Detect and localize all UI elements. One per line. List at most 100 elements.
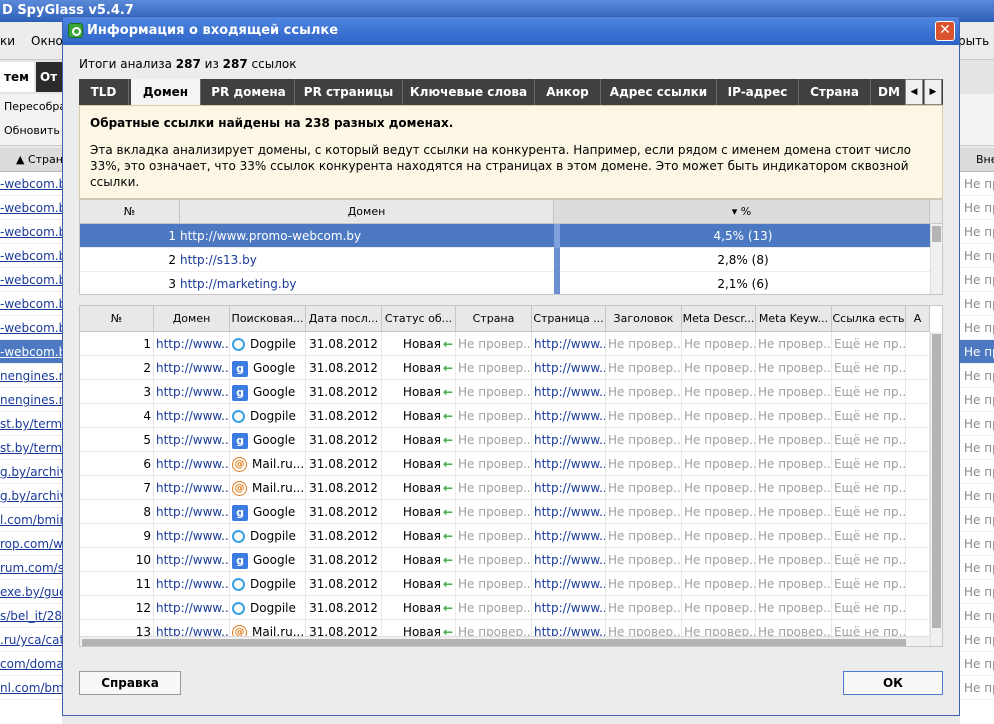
row-page[interactable]: http://www....	[532, 380, 606, 404]
app-row-page[interactable]: st.by/terms.	[0, 412, 62, 436]
tab-country[interactable]: Страна	[799, 79, 871, 105]
tab-domain-pr[interactable]: PR домена	[203, 79, 295, 105]
url-link[interactable]: http://www....	[534, 577, 605, 591]
url-link[interactable]: http://www....	[534, 505, 605, 519]
app-row-page[interactable]: .ru/yca/cat/	[0, 628, 62, 652]
app-row-page[interactable]: com/domain-	[0, 652, 62, 676]
url-link[interactable]: http://www....	[534, 553, 605, 567]
app-row-page[interactable]: l.com/bmin	[0, 508, 62, 532]
row-domain[interactable]: http://www....	[154, 572, 230, 596]
domain-link[interactable]: http://s13.by	[180, 253, 257, 267]
tab-domain[interactable]: Домен	[131, 79, 201, 105]
url-link[interactable]: http://www....	[156, 409, 229, 423]
links-col-meta-kw[interactable]: Meta Keyw...	[756, 306, 832, 332]
help-button[interactable]: Справка	[79, 671, 181, 695]
url-link[interactable]: http://www....	[534, 481, 605, 495]
table-row[interactable]: 2 http://s13.by 2,8% (8)	[80, 248, 930, 272]
table-row[interactable]: 3 http://marketing.by 2,1% (6)	[80, 272, 930, 294]
row-page[interactable]: http://www....	[532, 404, 606, 428]
tab-tld[interactable]: TLD	[79, 79, 129, 105]
links-vertical-scrollbar[interactable]	[930, 332, 942, 646]
links-col-country[interactable]: Страна	[456, 306, 532, 332]
app-row-page[interactable]: nengines.ru	[0, 388, 62, 412]
url-link[interactable]: http://www....	[156, 481, 229, 495]
menu-item-tools[interactable]: ки	[0, 34, 15, 48]
row-domain[interactable]: http://www....	[154, 476, 230, 500]
table-row[interactable]: 1 http://www.... Dogpile 31.08.2012 Новая ← Не…	[80, 332, 930, 356]
row-domain[interactable]: http://www....	[154, 356, 230, 380]
menu-item-right[interactable]: рыть	[958, 34, 989, 48]
app-row-page[interactable]: g.by/archiv	[0, 460, 62, 484]
table-row[interactable]: 12 http://www.... Dogpile 31.08.2012 Новая ← Н…	[80, 596, 930, 620]
url-link[interactable]: http://www....	[534, 361, 605, 375]
table-row[interactable]: 2 http://www.... g Google 31.08.2012 Новая ← Не…	[80, 356, 930, 380]
row-page[interactable]: http://www....	[532, 548, 606, 572]
table-row[interactable]: 7 http://www.... @ Mail.ru... 31.08.2012 Нова…	[80, 476, 930, 500]
row-page[interactable]: http://www....	[532, 476, 606, 500]
app-col-external[interactable]: Вне	[976, 153, 994, 166]
domains-col-domain[interactable]: Домен	[180, 200, 554, 224]
url-link[interactable]: http://www....	[156, 337, 229, 351]
row-page[interactable]: http://www....	[532, 596, 606, 620]
url-link[interactable]: http://www....	[156, 553, 229, 567]
app-row-page[interactable]: -webcom.b	[0, 268, 62, 292]
domain-link[interactable]: http://www.promo-webcom.by	[180, 229, 361, 243]
row-page[interactable]: http://www....	[532, 332, 606, 356]
table-row[interactable]: 1 http://www.promo-webcom.by 4,5% (13)	[80, 224, 930, 248]
url-link[interactable]: http://www....	[534, 601, 605, 615]
links-col-status[interactable]: Статус об...	[382, 306, 456, 332]
tab-ip[interactable]: IP-адрес	[717, 79, 799, 105]
links-col-domain[interactable]: Домен	[154, 306, 230, 332]
row-page[interactable]: http://www....	[532, 524, 606, 548]
row-domain[interactable]: http://www....	[154, 428, 230, 452]
domain-link[interactable]: http://marketing.by	[180, 277, 296, 291]
table-row[interactable]: 11 http://www.... Dogpile 31.08.2012 Новая ← Н…	[80, 572, 930, 596]
app-row-page[interactable]: -webcom.b	[0, 196, 62, 220]
url-link[interactable]: http://www....	[534, 529, 605, 543]
tab-anchor[interactable]: Анкор	[535, 79, 601, 105]
app-row-page[interactable]: -webcom.b	[0, 340, 62, 364]
url-link[interactable]: http://www....	[156, 385, 229, 399]
menu-item-window[interactable]: Окно	[31, 34, 63, 48]
row-domain[interactable]: http://www....	[154, 596, 230, 620]
ok-button[interactable]: ОК	[843, 671, 943, 695]
app-row-page[interactable]: nengines.ru	[0, 364, 62, 388]
domains-col-no[interactable]: №	[80, 200, 180, 224]
links-hscroll-thumb[interactable]	[82, 639, 906, 646]
url-link[interactable]: http://www....	[156, 529, 229, 543]
url-link[interactable]: http://www....	[534, 457, 605, 471]
links-col-a[interactable]: А	[906, 306, 930, 332]
links-horizontal-scrollbar[interactable]	[80, 636, 930, 646]
row-page[interactable]: http://www....	[532, 452, 606, 476]
app-row-page[interactable]: s/bel_it/281	[0, 604, 62, 628]
links-col-engine[interactable]: Поисковая...	[230, 306, 306, 332]
row-page[interactable]: http://www....	[532, 500, 606, 524]
row-domain[interactable]: http://www....	[154, 524, 230, 548]
url-link[interactable]: http://www....	[156, 505, 229, 519]
table-row[interactable]: 10 http://www.... g Google 31.08.2012 Новая ← Н…	[80, 548, 930, 572]
links-col-date[interactable]: Дата посл...	[306, 306, 382, 332]
url-link[interactable]: http://www....	[534, 337, 605, 351]
table-row[interactable]: 8 http://www.... g Google 31.08.2012 Новая ← Не…	[80, 500, 930, 524]
row-page[interactable]: http://www....	[532, 428, 606, 452]
url-link[interactable]: http://www....	[156, 433, 229, 447]
tab-keywords[interactable]: Ключевые слова	[403, 79, 535, 105]
app-row-page[interactable]: g.by/archiv	[0, 484, 62, 508]
tab-link-address[interactable]: Адрес ссылки	[601, 79, 717, 105]
app-row-page[interactable]: -webcom.b	[0, 172, 62, 196]
domains-col-percent[interactable]: ▾ %	[554, 200, 930, 224]
close-button[interactable]: ✕	[935, 21, 955, 41]
app-row-page[interactable]: nl.com/bmin	[0, 676, 62, 700]
table-row[interactable]: 6 http://www.... @ Mail.ru... 31.08.2012 Нова…	[80, 452, 930, 476]
domains-scroll-thumb[interactable]	[932, 226, 941, 242]
url-link[interactable]: http://www....	[534, 433, 605, 447]
row-domain[interactable]: http://www....	[154, 380, 230, 404]
tab-page-pr[interactable]: PR страницы	[295, 79, 403, 105]
table-row[interactable]: 4 http://www.... Dogpile 31.08.2012 Новая ← Не…	[80, 404, 930, 428]
url-link[interactable]: http://www....	[156, 361, 229, 375]
row-domain[interactable]: http://www....	[154, 452, 230, 476]
tabs-scroll-left-icon[interactable]: ◀	[905, 79, 923, 105]
row-domain[interactable]: http://www....	[154, 332, 230, 356]
app-row-page[interactable]: rop.com/ww	[0, 532, 62, 556]
links-col-link-exists[interactable]: Ссылка есть	[832, 306, 906, 332]
